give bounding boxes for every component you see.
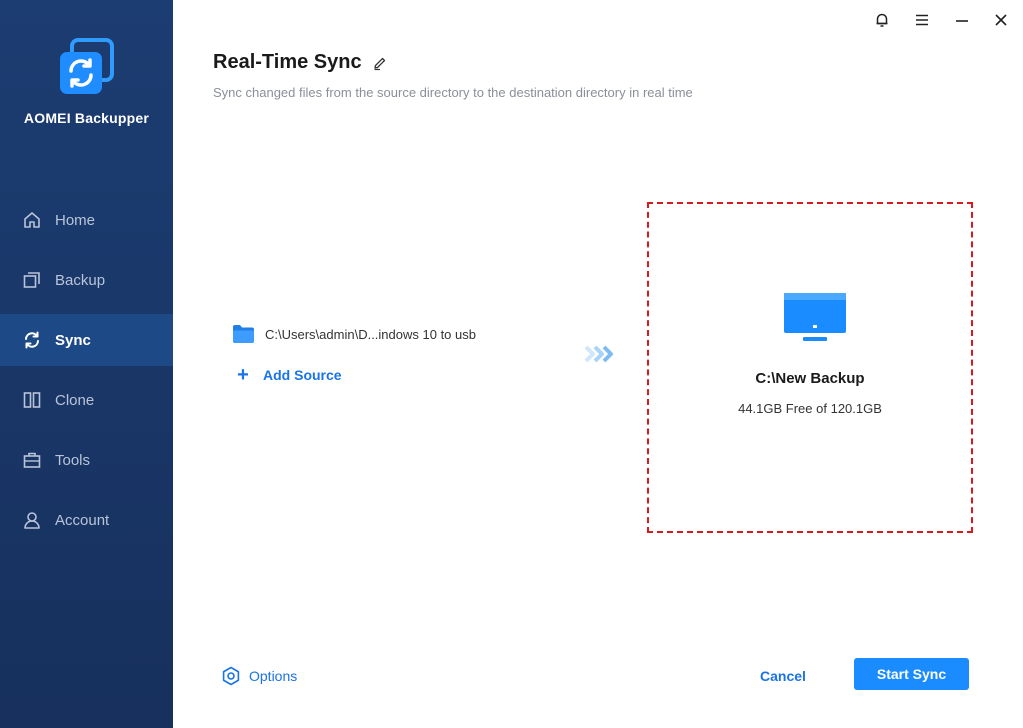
options-label: Options [249,668,298,684]
bell-icon[interactable] [872,10,892,30]
sidebar-item-home[interactable]: Home [0,194,173,246]
folder-icon [233,325,254,343]
page-subtitle: Sync changed files from the source direc… [213,85,693,100]
minimize-icon[interactable] [952,10,972,30]
tools-icon [22,450,42,470]
sidebar-item-label: Backup [55,271,106,289]
settings-icon [222,666,240,686]
sidebar-item-account[interactable]: Account [0,494,173,546]
menu-icon[interactable] [912,10,932,30]
sync-icon [22,330,42,350]
add-source-label: Add Source [263,367,342,383]
sidebar-item-label: Sync [55,331,91,349]
options-button[interactable]: Options [221,666,297,686]
sidebar-item-label: Tools [55,451,91,469]
page-header: Real-Time Sync [213,51,388,74]
page-title: Real-Time Sync [213,51,362,73]
monitor-icon [784,293,846,341]
source-item[interactable]: C:\Users\admin\D...indows 10 to usb [232,324,476,344]
plus-icon: + [237,364,249,386]
sidebar-item-clone[interactable]: Clone [0,374,173,426]
app-name: AOMEI Backupper [23,110,150,126]
add-source-button[interactable]: + Add Source [234,364,342,386]
destination-box[interactable]: C:\New Backup 44.1GB Free of 120.1GB [647,202,973,533]
account-icon [22,510,42,530]
sidebar-item-label: Home [55,211,96,229]
clone-icon [22,390,42,410]
home-icon [22,210,42,230]
sidebar-item-backup[interactable]: Backup [0,254,173,306]
cancel-button[interactable]: Cancel [760,668,806,684]
destination-free-space: 44.1GB Free of 120.1GB [738,401,882,416]
backup-icon [22,270,42,290]
sidebar-item-label: Account [55,511,110,529]
sidebar-item-sync[interactable]: Sync [0,314,173,366]
start-sync-button[interactable]: Start Sync [854,658,969,690]
sidebar: AOMEI Backupper Home Backup Sync Clone T… [0,0,173,728]
source-path: C:\Users\admin\D...indows 10 to usb [265,326,476,342]
close-icon[interactable] [991,10,1011,30]
destination-name: C:\New Backup [755,370,865,387]
direction-arrows-icon [584,345,613,363]
edit-icon[interactable] [372,55,388,71]
sidebar-item-tools[interactable]: Tools [0,434,173,486]
app-logo-icon [60,38,114,94]
sidebar-item-label: Clone [55,391,95,409]
